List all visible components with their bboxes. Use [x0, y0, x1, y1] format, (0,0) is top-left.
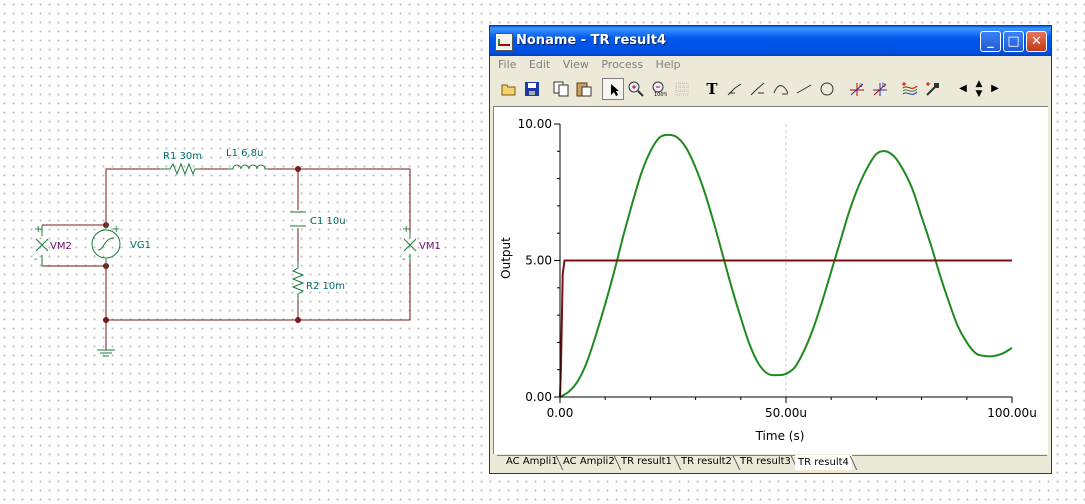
circle-icon[interactable]	[816, 78, 838, 100]
close-button[interactable]: ✕	[1026, 31, 1047, 52]
waves-icon[interactable]	[899, 78, 921, 100]
menu-bar: File Edit View Process Help	[494, 56, 1047, 74]
inductor-l1[interactable]: L1 6,8u	[226, 148, 268, 170]
menu-process[interactable]: Process	[597, 56, 648, 71]
pointer-icon[interactable]	[602, 78, 624, 100]
y-tick-label: 0.00	[525, 390, 552, 404]
tab-tr-result2[interactable]: TR result2	[678, 455, 735, 470]
tab-ac-ampli2[interactable]: AC Ampli2	[560, 455, 618, 470]
l1-label: L1 6,8u	[226, 148, 263, 159]
curve-icon[interactable]	[770, 78, 792, 100]
resistor-r2[interactable]: R2 10m	[291, 262, 345, 300]
scroll-right-icon[interactable]: ▶	[984, 78, 1006, 100]
resistor-r1[interactable]: R1 30m	[160, 151, 202, 176]
voltmeter-vm1[interactable]: + - VM1	[402, 224, 441, 265]
y-tick-label: 10.00	[518, 117, 552, 131]
plot-area[interactable]: 0.00 5.00 10.00 0.00 50.00u 100.00u Time (s) …	[493, 106, 1048, 454]
paste-icon[interactable]	[573, 78, 595, 100]
ground-symbol[interactable]	[97, 349, 115, 357]
r1-label: R1 30m	[163, 151, 202, 162]
svg-text:+: +	[34, 224, 42, 235]
grapher-window[interactable]: Noname - TR result4 _ □ ✕ File Edit View…	[489, 25, 1052, 474]
menu-edit[interactable]: Edit	[525, 56, 555, 71]
maximize-button[interactable]: □	[1003, 31, 1024, 52]
r2-label: R2 10m	[306, 281, 345, 292]
c1-label: C1 10u	[310, 216, 346, 227]
svg-text:+: +	[112, 224, 120, 235]
x-tick-label: 0.00	[547, 406, 574, 420]
menu-file[interactable]: File	[494, 56, 521, 71]
y-tick-label: 5.00	[525, 254, 552, 268]
title-bar[interactable]: Noname - TR result4 _ □ ✕	[490, 26, 1051, 56]
zoom-full-icon[interactable]: 100%	[648, 78, 670, 100]
menu-view[interactable]: View	[559, 56, 594, 71]
open-icon[interactable]	[498, 78, 520, 100]
vm1-label: VM1	[419, 241, 441, 252]
svg-text:b: b	[882, 82, 886, 89]
svg-text:-: -	[402, 254, 406, 265]
schematic-canvas: R1 30m L1 6,8u C1 10u R2 10m + VG1 + - V…	[34, 148, 441, 357]
toolbar: 100% T a b ◀ ▲ ▼ ▶	[494, 76, 1047, 102]
svg-text:+: +	[402, 224, 410, 235]
cursor-b-icon[interactable]	[747, 78, 769, 100]
x-tick-label: 50.00u	[765, 406, 807, 420]
svg-text:a: a	[859, 82, 863, 89]
x-tick-label: 100.00u	[987, 406, 1037, 420]
copy-icon[interactable]	[550, 78, 572, 100]
save-icon[interactable]	[521, 78, 543, 100]
tab-ac-ampli1[interactable]: AC Ampli1	[503, 455, 561, 470]
zoom-in-icon[interactable]	[625, 78, 647, 100]
svg-text:100%: 100%	[654, 92, 667, 97]
capacitor-c1[interactable]: C1 10u	[290, 211, 346, 227]
tab-bar: AC Ampli1 AC Ampli2 TR result1 TR result…	[497, 455, 1047, 471]
vg1-label: VG1	[130, 240, 151, 251]
wires	[42, 168, 411, 350]
voltmeter-vm2[interactable]: + - VM2	[34, 224, 72, 266]
window-title: Noname - TR result4	[516, 33, 666, 48]
line-icon[interactable]	[793, 78, 815, 100]
grid-icon[interactable]	[671, 78, 693, 100]
text-icon[interactable]: T	[701, 78, 723, 100]
svg-text:-: -	[34, 254, 38, 265]
cursor-a-icon[interactable]	[724, 78, 746, 100]
minimize-button[interactable]: _	[980, 31, 1001, 52]
marker-a-icon[interactable]: a	[846, 78, 868, 100]
tab-tr-result3[interactable]: TR result3	[737, 455, 794, 470]
transient-chart[interactable]: 0.005.0010.000.00 50.00u 100.00u Time (s) …	[494, 107, 1048, 454]
menu-help[interactable]: Help	[652, 56, 686, 71]
app-icon	[495, 33, 513, 51]
generator-vg1[interactable]: + VG1	[91, 222, 151, 268]
y-axis-label: Output	[499, 237, 513, 279]
tab-tr-result1[interactable]: TR result1	[618, 455, 675, 470]
probe-icon[interactable]	[922, 78, 944, 100]
x-axis-label: Time (s)	[755, 429, 805, 443]
tab-tr-result4[interactable]: TR result4	[795, 455, 852, 470]
marker-b-icon[interactable]: b	[869, 78, 891, 100]
vm2-label: VM2	[50, 241, 72, 252]
